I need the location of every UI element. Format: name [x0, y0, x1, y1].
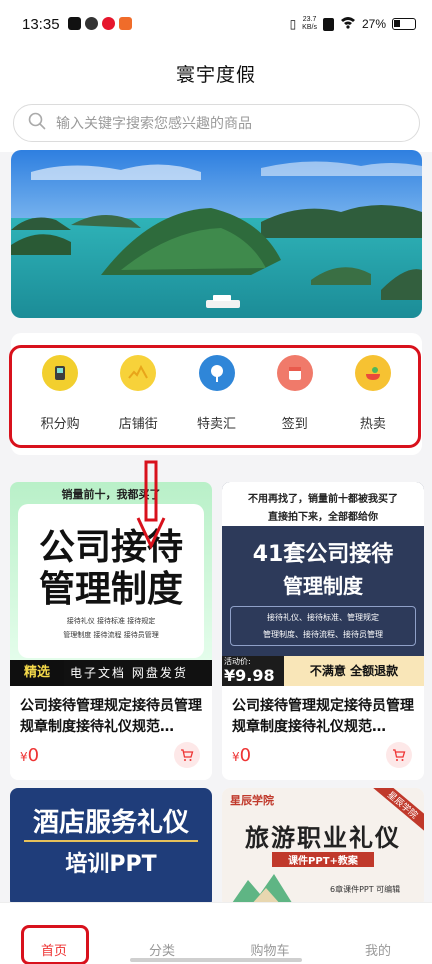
category-label: 特卖汇: [197, 417, 237, 432]
image-footer: 电子文档 网盘发货: [70, 666, 188, 680]
image-refund: 不满意 全额退款: [284, 656, 424, 686]
image-brand: 星辰学院: [230, 794, 274, 807]
search-icon: [28, 112, 46, 134]
category-store-street[interactable]: 店铺街: [99, 355, 177, 432]
product-price: ¥0: [20, 745, 39, 766]
tab-label: 分类: [148, 944, 175, 959]
image-tags-2: 管理制度 接待流程 接待员管理: [63, 631, 159, 639]
banner-image[interactable]: [11, 150, 422, 318]
tiktok-icon: [68, 17, 81, 30]
status-right: ▯ 23.7 KB/s 27%: [290, 16, 416, 32]
product-title: 公司接待管理规定接待员管理规章制度接待礼仪规范…: [232, 698, 414, 735]
net-speed-unit: KB/s: [302, 24, 317, 31]
image-title-1: 41套公司接待: [252, 542, 394, 567]
tab-label: 我的: [364, 944, 391, 959]
category-hot-sale[interactable]: 热卖: [334, 355, 412, 432]
price-value: 0: [239, 745, 252, 766]
page-title: 寰宇度假: [175, 63, 256, 86]
category-points-shop[interactable]: 积分购: [21, 355, 99, 432]
product-card[interactable]: 不用再找了，销量前十都被我买了 直接拍下来，全部都给你 41套公司接待 管理制度…: [222, 482, 424, 780]
check-in-icon: [276, 355, 313, 391]
category-label: 签到: [281, 417, 308, 432]
image-title-1: 旅游职业礼仪: [245, 824, 401, 852]
cart-icon: [393, 749, 406, 761]
category-label: 热卖: [359, 417, 386, 432]
image-tags-2: 管理制度、接待流程、接待员管理: [263, 630, 383, 639]
tab-category[interactable]: 分类: [108, 903, 216, 964]
category-card: 积分购 店铺街 特卖汇 签到 热卖: [11, 333, 422, 455]
category-label: 积分购: [40, 417, 80, 432]
image-title-2: 管理制度: [38, 569, 183, 610]
price-value: 0: [27, 745, 40, 766]
status-time: 13:35: [22, 16, 60, 33]
image-top-text: 销量前十，我都买了: [61, 488, 161, 501]
image-tags-1: 接待礼仪 接待标准 接待规定: [66, 617, 156, 625]
tab-label: 首页: [40, 944, 67, 959]
mountain-illustration: [230, 874, 294, 906]
image-foot: 6章课件PPT 可编辑: [330, 885, 401, 894]
tab-mine[interactable]: 我的: [324, 903, 432, 964]
tab-cart[interactable]: 购物车: [216, 903, 324, 964]
page-header: 寰宇度假: [0, 50, 432, 96]
battery-percent: 27%: [361, 17, 386, 31]
image-title-2: 培训PPT: [65, 852, 157, 877]
product-price: ¥0: [232, 745, 251, 766]
add-to-cart-button[interactable]: [174, 742, 200, 768]
product-card[interactable]: 星辰学院 星辰学院 旅游职业礼仪 课件PPT+教案 6章课件PPT 可编辑: [222, 788, 424, 908]
banner-landscape: [11, 150, 422, 318]
app-icon: [85, 17, 98, 30]
image-title-1: 酒店服务礼仪: [32, 808, 189, 838]
category-special-sale[interactable]: 特卖汇: [177, 355, 255, 432]
home-indicator: [130, 958, 302, 962]
bottom-tab-bar: 首页 分类 购物车 我的: [0, 902, 432, 964]
tab-home[interactable]: 首页: [0, 903, 108, 964]
image-top-text-1: 不用再找了，销量前十都被我买了: [248, 494, 398, 505]
search-input[interactable]: 输入关键字搜索您感兴趣的商品: [13, 104, 420, 142]
annotation-arrow-icon: [136, 460, 166, 550]
wifi-icon: [340, 16, 356, 32]
network-speed: 23.7 KB/s: [302, 16, 317, 32]
sim-icon: [322, 17, 334, 31]
currency-symbol: ¥: [232, 750, 240, 764]
currency-symbol: ¥: [20, 750, 28, 764]
notification-icons: [68, 17, 132, 30]
cart-icon: [181, 749, 194, 761]
status-bar: 13:35 ▯ 23.7 KB/s 27%: [0, 0, 432, 50]
product-card[interactable]: 销量前十，我都买了 公司接待 管理制度 接待礼仪 接待标准 接待规定 管理制度 …: [10, 482, 212, 780]
category-list: 积分购 店铺街 特卖汇 签到 热卖: [11, 333, 422, 432]
search-section: 输入关键字搜索您感兴趣的商品: [0, 96, 432, 152]
store-street-icon: [120, 355, 157, 391]
product-title: 公司接待管理规定接待员管理规章制度接待礼仪规范…: [20, 698, 202, 735]
product-image: 星辰学院 星辰学院 旅游职业礼仪 课件PPT+教案 6章课件PPT 可编辑: [222, 788, 424, 908]
category-check-in[interactable]: 签到: [256, 355, 334, 432]
vibrate-icon: ▯: [289, 17, 297, 31]
app-notify-icon: [119, 17, 132, 30]
net-speed-value: 23.7: [302, 16, 317, 23]
image-act-price: ¥9.98: [224, 666, 275, 685]
hot-sale-icon: [354, 355, 391, 391]
image-title-2: 管理制度: [283, 574, 363, 598]
search-placeholder: 输入关键字搜索您感兴趣的商品: [56, 116, 252, 132]
points-shop-icon: [42, 355, 79, 391]
product-card[interactable]: 酒店服务礼仪 培训PPT: [10, 788, 212, 908]
image-badge: 精选: [10, 660, 64, 686]
special-sale-icon: [198, 355, 235, 391]
image-tags-1: 接待礼仪、接待标准、管理规定: [267, 613, 379, 622]
category-label: 店铺街: [118, 417, 158, 432]
weibo-icon: [102, 17, 115, 30]
image-title-2: 课件PPT+教案: [272, 852, 374, 867]
product-image: 不用再找了，销量前十都被我买了 直接拍下来，全部都给你 41套公司接待 管理制度…: [222, 482, 424, 686]
tab-label: 购物车: [250, 944, 290, 959]
battery-icon: [392, 18, 416, 30]
image-top-text-2: 直接拍下来，全部都给你: [268, 512, 378, 523]
product-image: 销量前十，我都买了 公司接待 管理制度 接待礼仪 接待标准 接待规定 管理制度 …: [10, 482, 212, 686]
add-to-cart-button[interactable]: [386, 742, 412, 768]
product-image: 酒店服务礼仪 培训PPT: [10, 788, 212, 908]
